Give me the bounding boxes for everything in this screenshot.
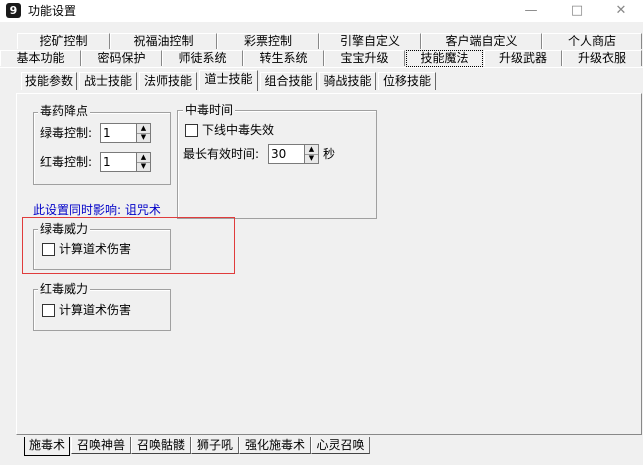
tab-mining-control[interactable]: 挖矿控制 [17, 33, 110, 49]
max-time-spinner[interactable]: 30 ▲ ▼ [268, 144, 319, 164]
green-poison-label: 绿毒控制: [40, 126, 93, 140]
red-calc-taoist-label: 计算道术伤害 [59, 303, 132, 317]
green-power-title: 绿毒威力 [38, 222, 91, 236]
tab-password-protect[interactable]: 密码保护 [81, 50, 162, 66]
tab-client-custom[interactable]: 客户端自定义 [421, 33, 542, 49]
red-power-title: 红毒威力 [38, 282, 91, 296]
btab-poison-spell[interactable]: 施毒术 [24, 437, 70, 456]
tab-bless-oil-control[interactable]: 祝福油控制 [110, 33, 217, 49]
tab-mentor-system[interactable]: 师徒系统 [162, 50, 243, 66]
top-tabs-row1: 挖矿控制 祝福油控制 彩票控制 引擎自定义 客户端自定义 个人商店 [0, 33, 643, 50]
spin-down-icon[interactable]: ▼ [137, 133, 150, 142]
red-poison-value: 1 [103, 155, 111, 169]
minimize-button[interactable]: — [509, 0, 553, 22]
btab-enhanced-poison[interactable]: 强化施毒术 [239, 437, 311, 454]
tab-upgrade-weapon[interactable]: 升级武器 [484, 50, 562, 66]
maximize-button[interactable]: □ [555, 0, 599, 22]
red-poison-spinner[interactable]: 1 ▲ ▼ [100, 152, 151, 172]
title-bar: 9 功能设置 — □ ✕ [0, 0, 643, 22]
btab-lion-roar[interactable]: 狮子吼 [191, 437, 239, 454]
subtab-taoist-skills[interactable]: 道士技能 [199, 70, 258, 91]
top-tabs-row2: 基本功能 密码保护 师徒系统 转生系统 宝宝升级 技能魔法 升级武器 升级衣服 [0, 50, 643, 67]
red-calc-taoist-checkbox[interactable] [42, 304, 55, 317]
tab-divider [0, 67, 643, 68]
green-poison-arrows: ▲ ▼ [136, 124, 150, 142]
max-time-label: 最长有效时间: [183, 147, 260, 161]
subtab-warrior-skills[interactable]: 战士技能 [79, 72, 137, 90]
green-poison-value: 1 [103, 126, 111, 140]
app-icon: 9 [6, 3, 21, 18]
subtab-combo-skills[interactable]: 组合技能 [260, 72, 317, 90]
sub-tabs: 技能参数 战士技能 法师技能 道士技能 组合技能 骑战技能 位移技能 [0, 70, 643, 91]
subtab-movement-skills[interactable]: 位移技能 [378, 72, 436, 90]
red-poison-arrows: ▲ ▼ [136, 153, 150, 171]
max-time-value: 30 [271, 147, 287, 161]
spin-down-icon[interactable]: ▼ [137, 162, 150, 171]
max-time-arrows: ▲ ▼ [304, 145, 318, 163]
poison-time-title: 中毒时间 [183, 103, 236, 117]
btab-summon-skeleton[interactable]: 召唤骷髅 [131, 437, 191, 454]
poison-points-title: 毒药降点 [38, 104, 91, 118]
green-calc-taoist-label: 计算道术伤害 [59, 242, 132, 256]
tab-basic-functions[interactable]: 基本功能 [0, 50, 81, 66]
effect-note: 此设置同时影响: 诅咒术 [33, 203, 161, 217]
btab-summon-beast[interactable]: 召唤神兽 [71, 437, 131, 454]
green-calc-taoist-checkbox[interactable] [42, 243, 55, 256]
subtab-skill-params[interactable]: 技能参数 [21, 72, 77, 90]
tab-engine-custom[interactable]: 引擎自定义 [319, 33, 421, 49]
spin-down-icon[interactable]: ▼ [305, 154, 318, 163]
btab-spirit-summon[interactable]: 心灵召唤 [311, 437, 370, 454]
offline-poison-checkbox[interactable] [185, 124, 198, 137]
tab-lottery-control[interactable]: 彩票控制 [217, 33, 319, 49]
tab-pet-upgrade[interactable]: 宝宝升级 [324, 50, 405, 66]
close-button[interactable]: ✕ [599, 0, 643, 22]
subtab-mage-skills[interactable]: 法师技能 [139, 72, 197, 90]
window-title: 功能设置 [28, 4, 77, 18]
bottom-tabs: 施毒术 召唤神兽 召唤骷髅 狮子吼 强化施毒术 心灵召唤 [0, 437, 643, 457]
tab-upgrade-clothes[interactable]: 升级衣服 [562, 50, 642, 66]
tab-skill-magic[interactable]: 技能魔法 [406, 50, 483, 67]
seconds-unit: 秒 [323, 147, 336, 161]
tab-rebirth-system[interactable]: 转生系统 [243, 50, 324, 66]
green-poison-spinner[interactable]: 1 ▲ ▼ [100, 123, 151, 143]
tab-personal-shop[interactable]: 个人商店 [542, 33, 642, 49]
red-poison-label: 红毒控制: [40, 155, 93, 169]
offline-poison-label: 下线中毒失效 [202, 123, 275, 137]
subtab-mount-skills[interactable]: 骑战技能 [319, 72, 376, 90]
